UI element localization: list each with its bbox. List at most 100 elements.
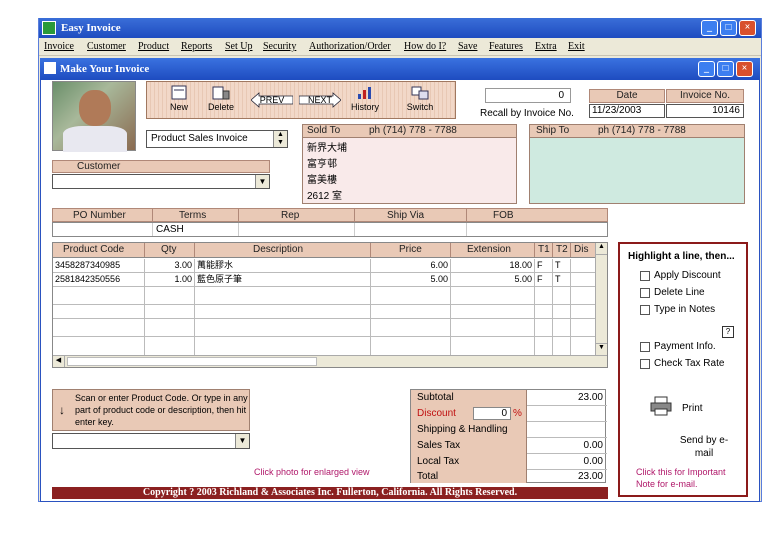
ship-via-input[interactable] (355, 223, 467, 236)
vertical-scrollbar[interactable]: ▲ ▼ (595, 243, 607, 355)
scroll-thumb[interactable] (67, 357, 317, 366)
scan-text: Scan or enter Product Code. Or type in a… (75, 393, 248, 427)
next-button[interactable]: NEXT (299, 92, 341, 124)
send-email-button[interactable]: Send by e-mail (674, 434, 734, 460)
menu-features[interactable]: Features (489, 41, 523, 52)
rep-input[interactable] (239, 223, 355, 236)
prev-button[interactable]: PREV (251, 92, 293, 124)
dialog-maximize-button[interactable]: □ (717, 61, 734, 77)
scan-instructions: ↓ Scan or enter Product Code. Or type in… (52, 389, 250, 431)
order-header-row: PO Number Terms Rep Ship Via FOB (52, 208, 608, 222)
table-row[interactable] (53, 337, 595, 355)
menu-product[interactable]: Product (138, 41, 169, 52)
spin-icon[interactable]: ▲ ▼ (273, 131, 287, 147)
menu-how-do-i[interactable]: How do I? (404, 41, 446, 52)
email-note-link[interactable]: Click this for Important Note for e-mail… (636, 466, 744, 490)
minimize-button[interactable]: _ (701, 20, 718, 36)
table-row[interactable]: 2581842350556 1.00 藍色原子筆 5.00 5.00 F T (53, 273, 595, 287)
sold-to-box[interactable]: Sold To ph (714) 778 - 7788 新界大埔 富亨邨 富美樓… (302, 124, 517, 204)
product-code-entry[interactable]: ▼ (52, 433, 250, 449)
close-button[interactable]: × (739, 20, 756, 36)
maximize-button[interactable]: □ (720, 20, 737, 36)
ship-to-header: Ship To ph (714) 778 - 7788 (530, 125, 744, 138)
po-number-input[interactable] (53, 223, 153, 236)
new-label: New (169, 102, 188, 112)
menu-customer[interactable]: Customer (87, 41, 126, 52)
delete-button[interactable]: Delete (203, 85, 239, 117)
photo-face (79, 90, 111, 126)
local-tax-input[interactable]: 0.00 (584, 454, 603, 469)
shipping-row: Shipping & Handling (411, 422, 607, 438)
new-icon (171, 85, 187, 100)
menu-save[interactable]: Save (458, 41, 477, 52)
scroll-down-icon[interactable]: ▼ (596, 343, 607, 355)
payment-info-checkbox[interactable] (640, 342, 650, 352)
qty-cell: 3.00 (145, 259, 195, 273)
scroll-left-icon[interactable]: ◀ (53, 356, 65, 367)
address-line: 富亨邨 (307, 159, 337, 170)
terms-header: Terms (153, 209, 239, 221)
dialog-title: Make Your Invoice (60, 63, 150, 75)
table-row[interactable] (53, 287, 595, 305)
subtotal-value: 23.00 (577, 392, 603, 403)
table-row[interactable]: 3458287340985 3.00 萬能膠水 6.00 18.00 F T (53, 259, 595, 273)
chevron-down-icon[interactable]: ▼ (255, 175, 269, 188)
chevron-down-icon[interactable]: ▼ (235, 434, 249, 448)
ship-to-box[interactable]: Ship To ph (714) 778 - 7788 (529, 124, 745, 204)
apply-discount-checkbox[interactable] (640, 271, 650, 281)
dialog-title-bar: Make Your Invoice _ □ × (40, 58, 760, 80)
menu-invoice[interactable]: Invoice (44, 41, 74, 52)
terms-input[interactable]: CASH (153, 223, 239, 236)
menu-security[interactable]: Security (263, 41, 296, 52)
next-label: NEXT (307, 95, 332, 105)
printer-icon[interactable] (650, 396, 672, 416)
delete-line-checkbox[interactable] (640, 288, 650, 298)
dialog-close-button[interactable]: × (736, 61, 753, 77)
menu-authorization[interactable]: Authorization/Order (309, 41, 391, 52)
print-button[interactable]: Print (682, 403, 703, 414)
invoice-type-value: Product Sales Invoice (151, 133, 248, 144)
invoice-no-input[interactable]: 10146 (666, 104, 744, 118)
discount-input[interactable]: 0 (473, 407, 511, 420)
t1-cell: F (535, 273, 553, 287)
history-button[interactable]: History (347, 85, 383, 117)
customer-select[interactable]: ▼ (52, 174, 270, 189)
product-code-cell: 2581842350556 (53, 273, 145, 287)
switch-button[interactable]: Switch (402, 85, 438, 117)
type-notes-checkbox[interactable] (640, 305, 650, 315)
invoice-type-select[interactable]: Product Sales Invoice ▲ ▼ (146, 130, 288, 148)
window-title: Easy Invoice (61, 22, 121, 34)
help-icon[interactable]: ? (722, 326, 734, 338)
toolbar: New Delete PREV NEXT History Switch (146, 81, 456, 119)
table-row[interactable] (53, 305, 595, 319)
customer-photo[interactable] (52, 81, 136, 152)
rep-header: Rep (239, 209, 355, 221)
grid-header-t2: T2 (553, 243, 571, 257)
app-icon (42, 21, 56, 35)
dis-cell (571, 259, 595, 273)
menu-reports[interactable]: Reports (181, 41, 212, 52)
grid-header-extension: Extension (451, 243, 535, 257)
scroll-up-icon[interactable]: ▲ (596, 243, 607, 255)
menu-extra[interactable]: Extra (535, 41, 557, 52)
sales-tax-row: Sales Tax 0.00 (411, 438, 607, 454)
sold-to-address: 新界大埔 富亨邨 富美樓 2612 室 (307, 141, 347, 205)
discount-row: Discount 0 % (411, 406, 607, 422)
check-tax-rate-checkbox[interactable] (640, 359, 650, 369)
payment-info-label: Payment Info. (654, 341, 716, 352)
order-value-row: CASH (52, 222, 608, 237)
invoice-no-label: Invoice No. (666, 89, 744, 103)
dialog-minimize-button[interactable]: _ (698, 61, 715, 77)
menu-exit[interactable]: Exit (568, 41, 585, 52)
new-button[interactable]: New (165, 85, 193, 117)
table-row[interactable] (53, 319, 595, 337)
delete-icon (212, 86, 230, 100)
arrow-down-icon: ↓ (59, 403, 65, 417)
horizontal-scrollbar[interactable]: ◀ (53, 355, 607, 367)
date-input[interactable]: 11/23/2003 (589, 104, 665, 118)
fob-input[interactable] (467, 223, 607, 236)
grid-header-price: Price (371, 243, 451, 257)
extension-cell: 5.00 (451, 273, 535, 287)
menu-setup[interactable]: Set Up (225, 41, 253, 52)
recall-input[interactable]: 0 (485, 88, 571, 103)
